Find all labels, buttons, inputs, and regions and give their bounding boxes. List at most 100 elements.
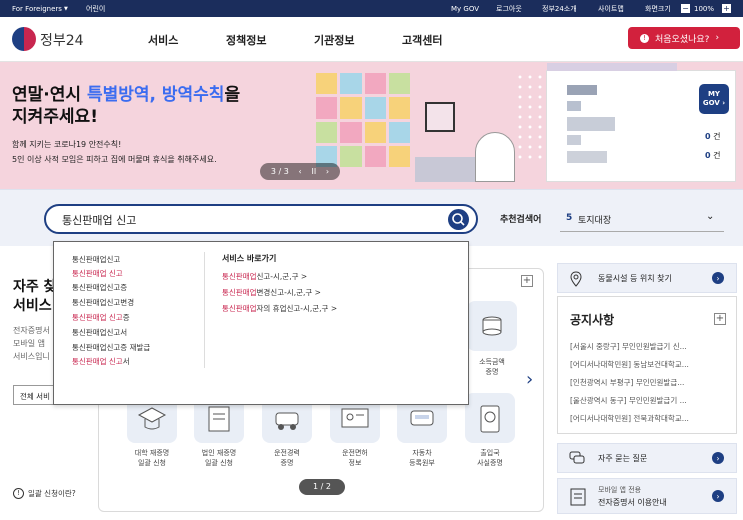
pause-icon[interactable]: II: [311, 167, 316, 176]
mygov-link[interactable]: My GOV: [451, 5, 479, 13]
zoom-in-button[interactable]: +: [722, 4, 731, 13]
suggestion-item[interactable]: 통신판매업신고변경: [72, 297, 134, 308]
notice-item[interactable]: [서울시 중랑구] 무인민원발급기 신...: [570, 341, 687, 352]
blurred-text: [567, 151, 607, 163]
arrow-right-icon: ›: [712, 490, 724, 502]
prev-arrow-icon[interactable]: ‹: [299, 167, 302, 176]
for-foreigners-link[interactable]: For Foreigners: [12, 5, 62, 13]
blurred-text: [567, 135, 581, 145]
service-label-license[interactable]: 운전면허 정보: [325, 448, 385, 468]
faq-row[interactable]: 자주 묻는 질문 ›: [557, 443, 737, 473]
more-icon[interactable]: +: [714, 313, 726, 325]
shortcut-item[interactable]: 통신판매업변경신고-시,군,구 >: [222, 287, 321, 298]
recommend-term: 토지대장: [578, 216, 612, 226]
mygov-badge[interactable]: MY GOV ›: [699, 84, 729, 114]
section-desc-2: 모바일 앱: [13, 339, 45, 348]
arrow-right-icon: ›: [712, 452, 724, 464]
shortcut-item[interactable]: 통신판매업자의 휴업신고-시,군,구 >: [222, 303, 337, 314]
info-icon: !: [640, 33, 649, 43]
suggestion-item[interactable]: 통신판매업신고증 재발급: [72, 342, 150, 353]
chevron-down-icon: ▼: [64, 5, 68, 12]
service-label-driving[interactable]: 운전경력 증명: [257, 448, 317, 468]
blurred-text: [567, 101, 581, 111]
utility-bar: For Foreigners ▼ 어린이 My GOV 로그아웃 정부24소개 …: [0, 0, 743, 17]
service-label-car[interactable]: 자동차 등록원부: [392, 448, 452, 468]
suggestion-item[interactable]: 통신판매업신고증: [72, 282, 127, 293]
logo-text[interactable]: 정부24: [40, 30, 84, 50]
menu-service[interactable]: 서비스: [148, 32, 178, 48]
section-desc-3: 서비스입니: [13, 352, 50, 361]
suggestion-item[interactable]: 통신판매업신고: [72, 254, 120, 265]
recommend-label: 추천검색어: [500, 215, 542, 225]
section-desc-1: 전자증명서: [13, 326, 50, 335]
notice-item[interactable]: [어디서나대학민원] 동남보건대학교...: [570, 359, 689, 370]
count1[interactable]: 0 건: [705, 131, 721, 142]
mygov-card: MY GOV › 0 건 0 건: [546, 63, 736, 182]
search-strip: 통신판매업 신고 추천검색어 5 토지대장 ⌄: [0, 189, 743, 246]
menu-policy[interactable]: 정책정보: [226, 32, 266, 48]
income-cert-icon[interactable]: [467, 301, 517, 351]
section-title-1: 자주 찾: [13, 279, 57, 295]
next-arrow-icon[interactable]: ›: [326, 167, 329, 176]
notice-item[interactable]: [인천광역시 부평구] 무인민원발급...: [570, 377, 684, 388]
immigration-icon[interactable]: [465, 393, 515, 443]
home-scene-illustration: [415, 72, 555, 187]
chevron-down-icon: ⌄: [706, 211, 715, 222]
sitemap-link[interactable]: 사이트맵: [598, 4, 624, 14]
autocomplete-dropdown: 통신판매업신고 통신판매업 신고 통신판매업신고증 통신판매업신고변경 통신판매…: [53, 241, 469, 405]
search-box[interactable]: 통신판매업 신고: [44, 204, 478, 234]
banner-pager: 3 / 3 ‹ II ›: [260, 163, 340, 180]
chat-bubble-icon: [569, 451, 585, 464]
suggestion-item[interactable]: 통신판매업신고서: [72, 327, 127, 338]
chevron-right-icon: ›: [715, 33, 720, 43]
recommend-dropdown[interactable]: 5 토지대장 ⌄: [560, 206, 724, 232]
service-label-corp[interactable]: 법인 재증명 일괄 신청: [189, 448, 249, 468]
logout-link[interactable]: 로그아웃: [496, 4, 522, 14]
blurred-username: [567, 85, 597, 95]
divider: [204, 252, 205, 368]
service-pager: 1 / 2: [299, 479, 345, 495]
easy-version-link[interactable]: 어린이: [86, 4, 105, 14]
suggestion-item[interactable]: 통신판매업 신고서: [72, 356, 130, 367]
suggestion-item[interactable]: 통신판매업 신고: [72, 268, 123, 279]
faq-label: 자주 묻는 질문: [598, 454, 648, 463]
people-illustration: [316, 73, 410, 167]
banner-pager-count: 3 / 3: [270, 167, 289, 176]
notice-item[interactable]: [어디서나대학민원] 전북과학대학교...: [570, 413, 689, 424]
count2[interactable]: 0 건: [705, 150, 721, 161]
service-label-income[interactable]: 소득금액 증명: [462, 357, 522, 377]
banner-sub1: 함께 지키는 코로나19 안전수칙!: [12, 140, 122, 149]
zoom-value: 100%: [694, 4, 715, 13]
menu-customer[interactable]: 고객센터: [402, 32, 442, 48]
zoom-out-button[interactable]: −: [681, 4, 690, 13]
next-arrow-icon[interactable]: ›: [526, 369, 533, 390]
shortcut-item[interactable]: 통신판매업신고-시,군,구 >: [222, 271, 307, 282]
bulk-help-link[interactable]: ! 일괄 신청이란?: [13, 488, 76, 499]
intro-link[interactable]: 정부24소개: [542, 4, 577, 14]
main-nav: 정부24 서비스 정책정보 기관정보 고객센터 ! 처음오셨나요? ›: [0, 17, 743, 62]
blurred-area: [547, 63, 677, 71]
banner-sub2: 5인 이상 사적 모임은 피하고 집에 머물며 휴식을 취해주세요.: [12, 155, 217, 164]
mobile-app-row[interactable]: 모바일 앱 전용 전자증명서 이용안내 ›: [557, 478, 737, 514]
service-label-immigration[interactable]: 출입국 사실증명: [460, 448, 520, 468]
shortcut-title: 서비스 바로가기: [222, 254, 277, 263]
location-search-row[interactable]: 동물시설 등 위치 찾기 ›: [557, 263, 737, 293]
section-title-2: 서비스: [13, 298, 52, 314]
blurred-text: [567, 117, 615, 131]
mobile-label-1: 모바일 앱 전용: [598, 486, 642, 494]
arrow-right-icon: ›: [712, 272, 724, 284]
location-label: 동물시설 등 위치 찾기: [598, 274, 672, 283]
service-label-univ[interactable]: 대학 재증명 일괄 신청: [122, 448, 182, 468]
add-icon[interactable]: +: [521, 275, 533, 287]
first-visit-button[interactable]: ! 처음오셨나요? ›: [628, 27, 740, 49]
search-icon: [452, 213, 465, 226]
notice-title: 공지사항: [570, 313, 615, 327]
mobile-cert-icon: [570, 488, 586, 506]
menu-agency[interactable]: 기관정보: [314, 32, 354, 48]
notice-item[interactable]: [울산광역시 동구] 무인민원발급기 ...: [570, 395, 687, 406]
search-button[interactable]: [448, 209, 469, 230]
notice-panel: 공지사항 + [서울시 중랑구] 무인민원발급기 신... [어디서나대학민원]…: [557, 296, 737, 434]
recommend-rank: 5: [566, 213, 573, 223]
search-input[interactable]: 통신판매업 신고: [62, 212, 136, 228]
suggestion-item[interactable]: 통신판매업 신고증: [72, 312, 130, 323]
